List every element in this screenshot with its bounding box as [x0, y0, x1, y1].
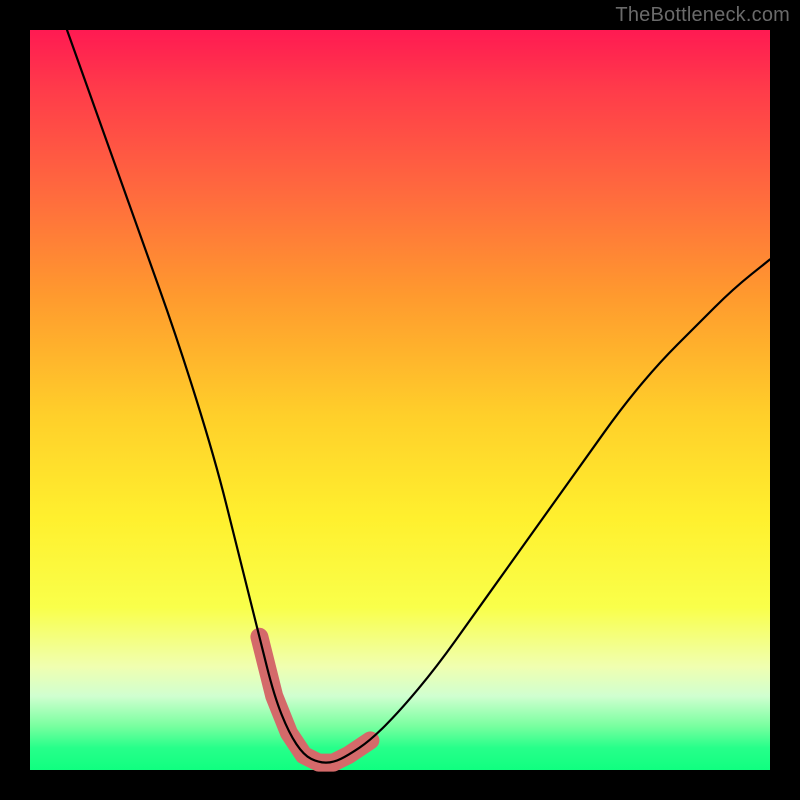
chart-frame: TheBottleneck.com: [0, 0, 800, 800]
watermark-text: TheBottleneck.com: [615, 4, 790, 27]
bottleneck-curve: [67, 30, 770, 763]
curve-svg: [30, 30, 770, 770]
plot-area: [30, 30, 770, 770]
